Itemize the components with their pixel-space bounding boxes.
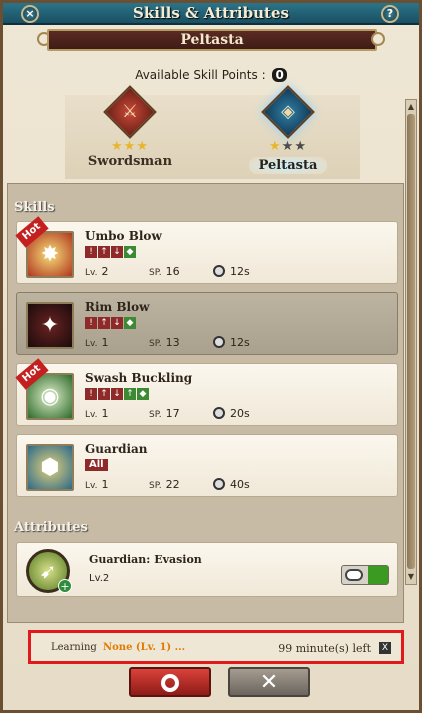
skill-points-line: Available Skill Points : 0 bbox=[3, 68, 419, 82]
skills-window: × Skills & Attributes ? Peltasta Availab… bbox=[0, 0, 422, 713]
swordsman-stars: ★★★ bbox=[111, 139, 149, 154]
skill-level: Lv. 1 bbox=[85, 336, 109, 349]
cancel-learning-icon[interactable]: X bbox=[379, 642, 391, 654]
tag-icon: ↑ bbox=[98, 388, 110, 400]
tag-all: All bbox=[85, 459, 108, 471]
tag-icon: ↓ bbox=[111, 246, 123, 258]
window-title: Skills & Attributes bbox=[133, 4, 289, 22]
x-icon: ✕ bbox=[259, 670, 279, 695]
scroll-thumb[interactable] bbox=[407, 114, 415, 569]
skill-name: Swash Buckling bbox=[85, 371, 193, 385]
skill-level: Lv. 2 bbox=[85, 265, 109, 278]
attributes-heading: Attributes bbox=[14, 520, 88, 535]
guardian-icon: ⬢ bbox=[26, 444, 74, 491]
skills-heading: Skills bbox=[14, 200, 55, 215]
shield-tag-icon: ◆ bbox=[124, 317, 136, 329]
plus-icon: + bbox=[58, 579, 72, 593]
confirm-button[interactable] bbox=[129, 667, 211, 697]
sword-glyph-icon: ⚔ bbox=[121, 101, 139, 122]
shield-tag-icon: ◆ bbox=[137, 388, 149, 400]
skill-tags: ! ↑ ↓ ◆ bbox=[85, 317, 136, 329]
toggle-on-indicator bbox=[368, 566, 388, 584]
skill-card-umbo-blow[interactable]: ✸ Hot Umbo Blow ! ↑ ↓ ◆ Lv. 2 SP. 16 12s bbox=[15, 216, 398, 284]
skill-level: Lv. 1 bbox=[85, 478, 109, 491]
learning-value: None (Lv. 1) ... bbox=[103, 642, 186, 653]
tag-icon: ↑ bbox=[98, 246, 110, 258]
class-node-peltasta[interactable]: ◈ ★★★ Peltasta bbox=[233, 85, 343, 174]
skill-tags: All bbox=[85, 459, 108, 471]
toggle-knob bbox=[345, 569, 363, 581]
skill-cooldown: 40s bbox=[213, 478, 250, 491]
skill-cooldown: 12s bbox=[213, 265, 250, 278]
attribute-card-guardian-evasion[interactable]: ➹ + Guardian: Evasion Lv.2 bbox=[16, 542, 398, 597]
rim-blow-icon: ✦ bbox=[26, 302, 74, 349]
tag-icon: ! bbox=[85, 246, 97, 258]
tag-icon: ! bbox=[85, 317, 97, 329]
banner-ornament-right bbox=[371, 32, 385, 46]
help-icon[interactable]: ? bbox=[381, 5, 399, 23]
skill-card-rim-blow[interactable]: ✦ Rim Blow ! ↑ ↓ ◆ Lv. 1 SP. 13 12s bbox=[16, 292, 398, 355]
skill-tags: ! ↑ ↓ ◆ bbox=[85, 246, 136, 258]
shield-glyph-icon: ◈ bbox=[281, 101, 295, 122]
up-tag-icon: ↑ bbox=[124, 388, 136, 400]
attribute-level: Lv.2 bbox=[89, 573, 110, 584]
tag-icon: ↑ bbox=[98, 317, 110, 329]
class-node-swordsman[interactable]: ⚔ ★★★ Swordsman bbox=[75, 85, 185, 169]
skill-tags: ! ↑ ↓ ↑ ◆ bbox=[85, 388, 149, 400]
skills-list: Skills ✸ Hot Umbo Blow ! ↑ ↓ ◆ Lv. 2 SP. 1… bbox=[7, 183, 404, 623]
skill-cooldown: 20s bbox=[213, 407, 250, 420]
skill-sp: SP. 17 bbox=[149, 407, 180, 420]
attribute-name: Guardian: Evasion bbox=[89, 553, 202, 566]
skill-level: Lv. 1 bbox=[85, 407, 109, 420]
clock-icon bbox=[213, 336, 225, 348]
skill-points-value: 0 bbox=[272, 68, 287, 82]
clock-icon bbox=[213, 407, 225, 419]
scroll-up-icon[interactable]: ▲ bbox=[407, 102, 415, 112]
skill-sp: SP. 22 bbox=[149, 478, 180, 491]
skill-name: Guardian bbox=[85, 442, 148, 456]
circle-icon bbox=[161, 674, 179, 692]
peltasta-label: Peltasta bbox=[248, 157, 328, 174]
clock-icon bbox=[213, 478, 225, 490]
attribute-toggle[interactable] bbox=[341, 565, 389, 585]
tag-icon: ↓ bbox=[111, 388, 123, 400]
skill-card-guardian[interactable]: ⬢ Guardian All Lv. 1 SP. 22 40s bbox=[16, 434, 398, 497]
tag-icon: ! bbox=[85, 388, 97, 400]
skill-name: Rim Blow bbox=[85, 300, 150, 314]
clock-icon bbox=[213, 265, 225, 277]
swordsman-label: Swordsman bbox=[87, 154, 173, 169]
shield-tag-icon: ◆ bbox=[124, 246, 136, 258]
learning-time-left: 99 minute(s) left bbox=[278, 642, 371, 655]
class-banner: Peltasta bbox=[47, 29, 377, 51]
skill-sp: SP. 13 bbox=[149, 336, 180, 349]
skill-sp: SP. 16 bbox=[149, 265, 180, 278]
scroll-down-icon[interactable]: ▼ bbox=[407, 572, 415, 582]
cancel-button[interactable]: ✕ bbox=[228, 667, 310, 697]
skill-cooldown: 12s bbox=[213, 336, 250, 349]
skill-points-label: Available Skill Points : bbox=[135, 68, 266, 82]
learning-status-bar: Learning None (Lv. 1) ... 99 minute(s) l… bbox=[28, 630, 404, 664]
scrollbar[interactable]: ▲ ▼ bbox=[405, 99, 417, 585]
title-bar: × Skills & Attributes ? bbox=[3, 3, 419, 25]
learning-label: Learning bbox=[51, 642, 97, 653]
peltasta-stars: ★★★ bbox=[269, 139, 307, 154]
skill-card-swash-buckling[interactable]: ◉ Hot Swash Buckling ! ↑ ↓ ↑ ◆ Lv. 1 SP. 1… bbox=[15, 358, 398, 426]
skill-name: Umbo Blow bbox=[85, 229, 162, 243]
tag-icon: ↓ bbox=[111, 317, 123, 329]
